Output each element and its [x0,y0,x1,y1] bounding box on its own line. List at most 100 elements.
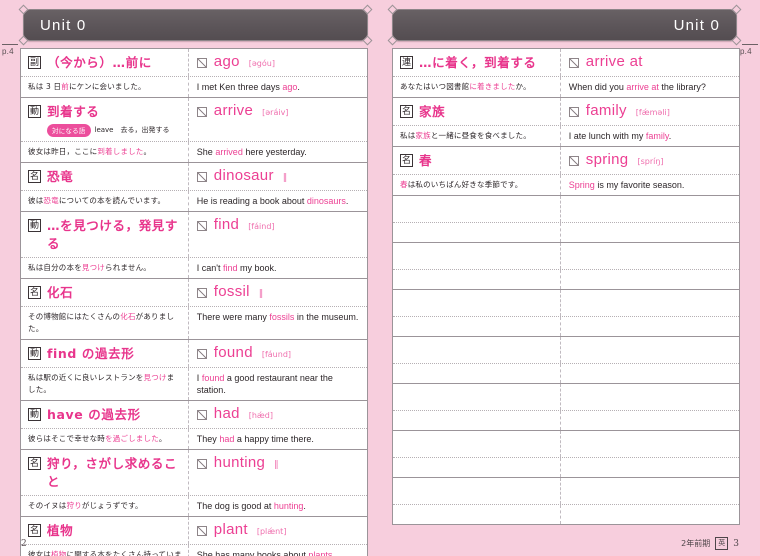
entry-japanese-cell [393,431,561,457]
checkbox-diagonal-icon[interactable] [196,458,207,469]
entry-english-cell [561,196,739,222]
checkbox-diagonal-icon[interactable] [196,348,207,359]
notch-top-left-icon [387,4,398,15]
en-ex-seg-1: hunting [273,500,304,511]
entry-english-example-cell [561,317,739,336]
entry-example-line [393,270,739,289]
jp-ex-seg-2: と一緒に昼食を食べました。 [430,131,531,140]
entry-english-example-cell: There were many fossils in the museum. [189,307,367,339]
notch-bottom-left-icon [387,35,398,46]
phonetic-transcription: ‖ [274,459,280,470]
checkbox-diagonal-icon[interactable] [568,58,579,68]
entry-english-example-cell [561,364,739,383]
entry-english-cell: arrive [əráiv] [189,98,367,141]
jp-ex-seg-2: がじょうずです。 [81,500,143,510]
antonym-note: 対になる語 leave 去る，出発する [47,124,170,137]
part-of-speech-badge: 動 [28,218,41,232]
entry-example-line: 私は 3 日前にケンに会いました。 I met Ken three days a… [21,77,367,97]
checkbox-diagonal-icon[interactable] [196,287,207,298]
entry-japanese-example-cell: 彼女は昨日，ここに到着しました。 [21,141,189,162]
phonetic-transcription: [plǽnt] [256,526,287,536]
english-headword-group: ago [əgóu] [214,53,275,71]
english-headword: plant [213,520,248,538]
japanese-meaning-text: 春 [419,153,433,168]
jp-ex-seg-0: 彼らはそこで幸せな時 [28,433,105,443]
japanese-meaning-text: 化石 [47,284,74,300]
japanese-meaning-text: 狩り，さがし求めること [47,455,178,489]
entry-headword-line: 名 恐竜 dinosaur ‖ [21,162,367,191]
entry-japanese-cell [393,290,561,316]
entry-headword-line: 動 到着する 対になる語 leave 去る，出発する arrive [əráiv… [21,98,367,142]
part-of-speech-badge: 名 [28,169,41,183]
word-entry-row [393,478,739,524]
japanese-meaning: 春 [419,152,432,170]
english-headword-group: arrive [əráiv] [214,102,289,120]
japanese-meaning-text: 到着する [47,104,100,119]
word-entry-row [393,290,739,337]
entry-english-example-cell [561,270,739,289]
checkbox-diagonal-icon[interactable] [196,171,207,182]
entry-japanese-cell: 名 植物 [21,516,189,544]
entry-example-line: 私は家族と一緒に昼食を食べました。 I ate lunch with my fa… [393,126,739,146]
entry-japanese-cell [393,243,561,269]
entry-japanese-example-cell [393,317,561,336]
notch-top-right-icon [731,4,742,15]
entry-japanese-example-cell [393,505,561,524]
japanese-example-sentence: 彼女は昨日，ここに到着しました。 [21,142,188,162]
notch-top-left-icon [18,4,29,15]
checkbox-diagonal-icon[interactable] [196,58,207,68]
english-headword: spring [585,151,629,168]
part-of-speech-badge: 動 [28,346,41,360]
entry-japanese-example-cell: 彼らはそこで幸せな時を過ごしました。 [21,428,189,449]
entry-english-example-cell [561,505,739,524]
phonetic-transcription: [fáind] [248,221,275,231]
checkbox-diagonal-icon[interactable] [196,220,207,231]
entry-japanese-example-cell: 私は駅の近くに良いレストランを見つけました。 [21,367,189,400]
jp-ex-seg-2: か。 [515,82,531,91]
phonetic-transcription: ‖ [282,172,289,183]
en-ex-seg-2: a happy time there. [234,433,314,444]
japanese-meaning: 家族 [419,103,445,121]
checkbox-diagonal-icon[interactable] [196,525,207,536]
english-example-sentence: The dog is good at hunting. [189,496,367,516]
entry-english-cell: hunting ‖ [189,450,367,495]
entry-japanese-cell: 副 （今から）…前に [21,49,189,76]
entry-english-example-cell: She arrived here yesterday. [189,142,367,162]
word-entry-row: 動 到着する 対になる語 leave 去る，出発する arrive [əráiv… [21,98,367,163]
checkbox-diagonal-icon[interactable] [568,156,579,166]
entry-example-line [393,411,739,430]
checkbox-diagonal-icon[interactable] [568,107,579,117]
antonym-text: leave 去る，出発する [94,126,170,135]
part-of-speech-badge: 名 [28,456,41,470]
word-entry-row [393,384,739,431]
entry-japanese-example-cell: あなたはいつ図書館に着きましたか。 [393,77,561,97]
jp-ex-seg-2: 。 [143,146,152,156]
checkbox-diagonal-icon[interactable] [196,409,207,420]
english-headword-group: plant [plǽnt] [214,521,287,539]
entry-english-cell: family [fǽməli] [561,98,739,125]
checkbox-diagonal-icon[interactable] [196,107,207,117]
word-entry-row: 動 have の過去形 had [hǽd] 彼らはそこで幸せな時を過ごしました。… [21,400,367,450]
jp-ex-seg-1: 恐竜 [43,195,59,205]
en-ex-seg-1: had [219,433,235,444]
en-ex-seg-2: in the museum. [294,311,359,322]
word-entry-row: 名 狩り，さがし求めること hunting ‖ そのイヌは狩りがじょうずです。 … [21,449,367,517]
entry-english-cell [561,243,739,269]
phonetic-transcription: [əráiv] [262,108,289,117]
japanese-meaning-text: have の過去形 [47,406,141,422]
entry-english-cell: had [hǽd] [189,401,367,428]
english-headword-group: fossil ‖ [214,283,264,301]
english-headword-group: family [fǽməli] [586,102,670,120]
entry-japanese-cell [393,337,561,363]
jp-ex-seg-0: 私は駅の近くに良いレストランを [28,372,144,382]
entry-japanese-cell: 名 家族 [393,98,561,125]
jp-ex-seg-0: その博物館にはたくさんの [28,311,121,321]
entry-japanese-example-cell: 私は自分の本を見つけられません。 [21,257,189,278]
japanese-meaning: 到着する 対になる語 leave 去る，出発する [47,103,170,137]
jp-ex-seg-1: 化石 [120,311,136,321]
jp-ex-seg-0: 彼女は昨日，ここに [28,146,98,156]
entry-english-cell [561,478,739,504]
entry-example-line [393,317,739,336]
english-example-sentence: She arrived here yesterday. [189,142,367,162]
english-headword-group: spring [spríŋ] [586,151,664,169]
